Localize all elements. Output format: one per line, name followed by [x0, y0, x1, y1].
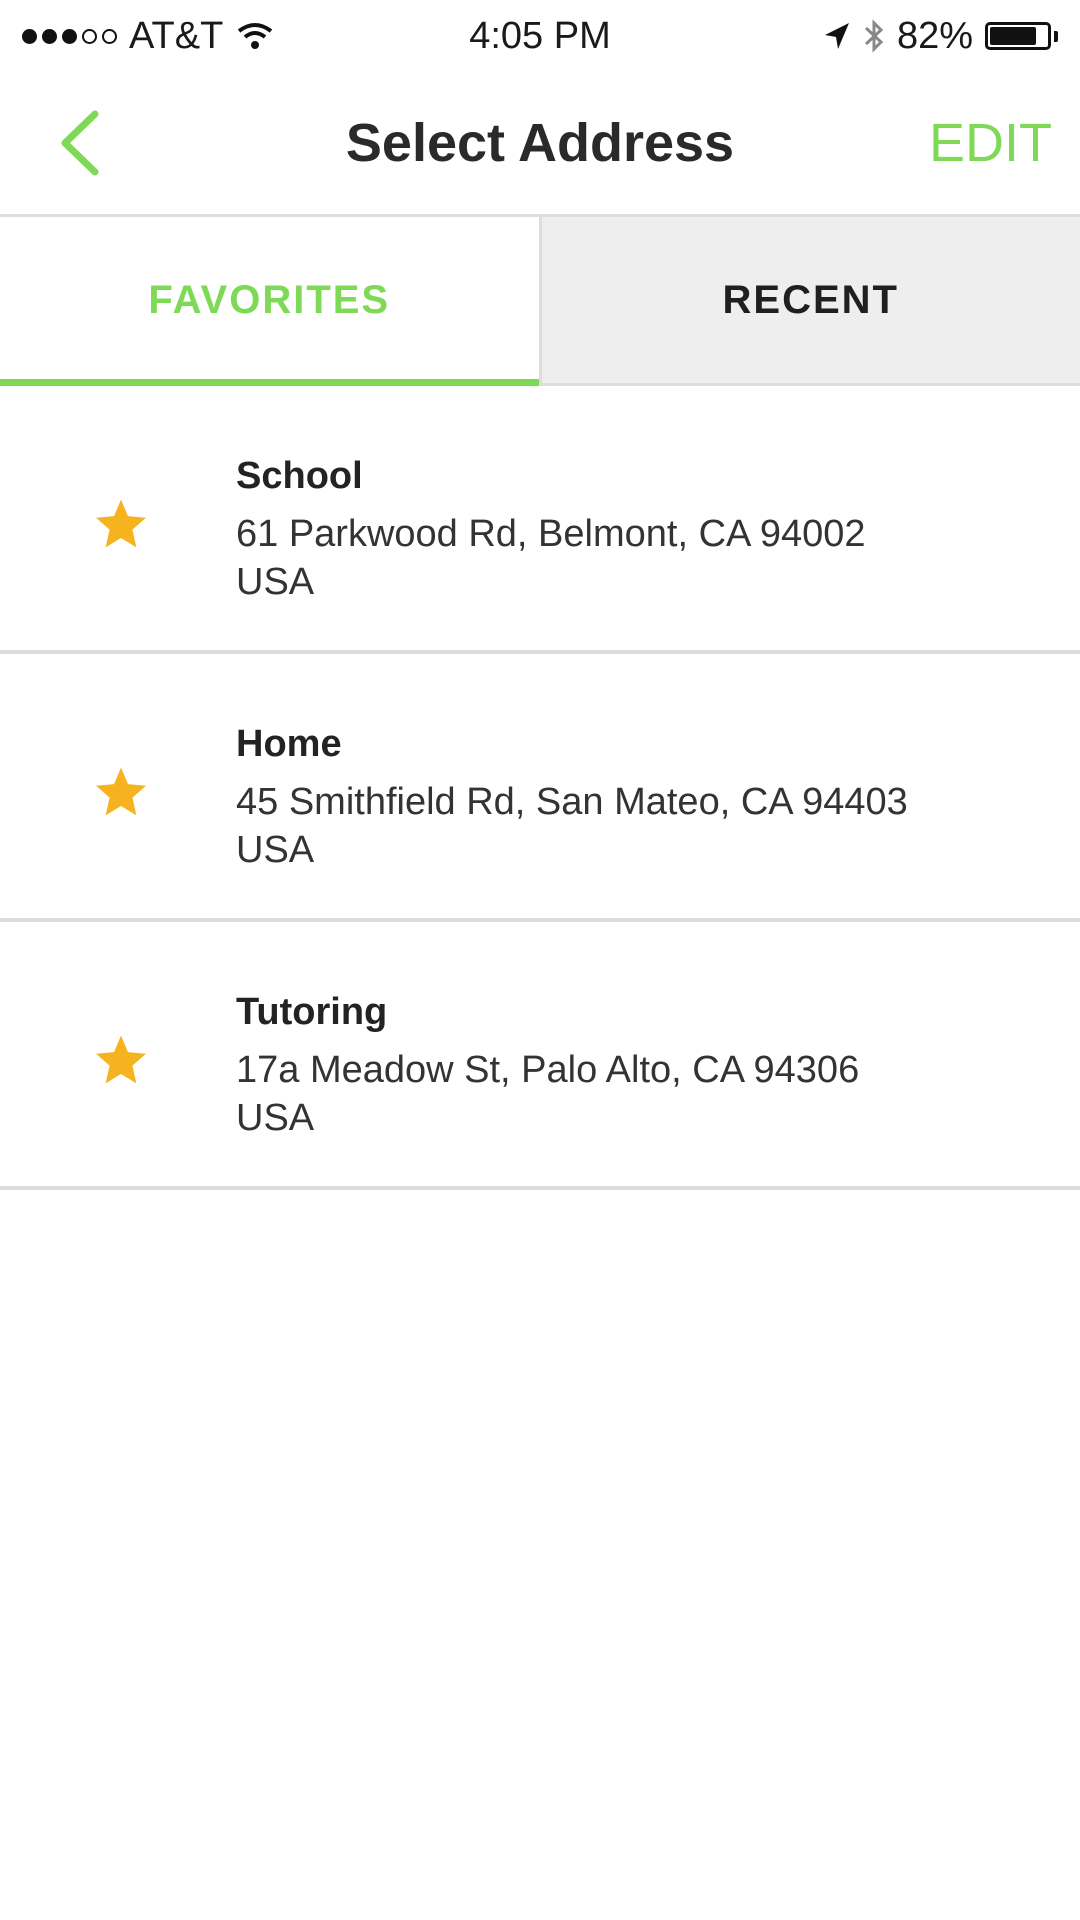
address-street: 17a Meadow St, Palo Alto, CA 94306: [236, 1049, 860, 1091]
address-text: Tutoring 17a Meadow St, Palo Alto, CA 94…: [236, 986, 1050, 1142]
battery-icon: [985, 22, 1058, 50]
signal-strength-icon: [22, 28, 117, 44]
address-country: USA: [236, 1097, 315, 1139]
carrier-name: AT&T: [129, 14, 224, 57]
segment-tabs: FAVORITES RECENT: [0, 214, 1080, 386]
status-right: 82%: [823, 15, 1058, 58]
address-country: USA: [236, 829, 315, 871]
address-street: 45 Smithfield Rd, San Mateo, CA 94403: [236, 781, 908, 823]
wifi-icon: [238, 23, 273, 49]
address-text: Home 45 Smithfield Rd, San Mateo, CA 944…: [236, 718, 1050, 874]
star-icon: [96, 499, 146, 548]
battery-percent: 82%: [896, 14, 973, 57]
battery-body: [985, 22, 1051, 50]
signal-dot: [22, 28, 37, 44]
battery-tip: [1054, 30, 1058, 42]
address-item-school[interactable]: School 61 Parkwood Rd, Belmont, CA 94002…: [0, 386, 1080, 654]
status-left: AT&T: [22, 15, 275, 58]
tab-recent[interactable]: RECENT: [538, 217, 1080, 383]
battery-level: [990, 27, 1036, 45]
address-list: School 61 Parkwood Rd, Belmont, CA 94002…: [0, 386, 1080, 1190]
address-item-home[interactable]: Home 45 Smithfield Rd, San Mateo, CA 944…: [0, 654, 1080, 922]
star-icon: [96, 767, 146, 816]
address-item-tutoring[interactable]: Tutoring 17a Meadow St, Palo Alto, CA 94…: [0, 922, 1080, 1190]
page-title: Select Address: [345, 113, 735, 173]
address-name: Home: [236, 723, 342, 765]
status-bar: AT&T 4:05 PM 82%: [0, 0, 1080, 72]
address-street: 61 Parkwood Rd, Belmont, CA 94002: [236, 513, 866, 555]
address-country: USA: [236, 561, 315, 603]
signal-dot: [42, 28, 57, 44]
chevron-left-icon: [61, 110, 99, 176]
navigation-bar: Select Address EDIT: [0, 72, 1080, 214]
signal-dot-empty: [82, 28, 97, 44]
address-text: School 61 Parkwood Rd, Belmont, CA 94002…: [236, 450, 1050, 606]
location-arrow-icon: [824, 23, 849, 49]
tab-favorites[interactable]: FAVORITES: [0, 217, 539, 386]
address-name: School: [236, 455, 363, 497]
edit-button[interactable]: EDIT: [929, 108, 1052, 178]
back-button[interactable]: [44, 100, 114, 186]
address-name: Tutoring: [236, 991, 388, 1033]
star-icon: [96, 1035, 146, 1084]
signal-dot-empty: [102, 28, 117, 44]
signal-dot: [62, 28, 77, 44]
bluetooth-icon: [864, 19, 884, 53]
